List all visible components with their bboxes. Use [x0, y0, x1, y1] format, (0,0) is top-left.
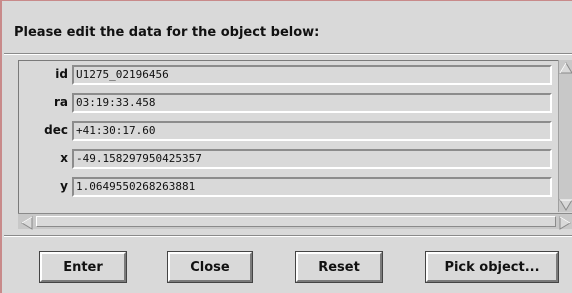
id-field[interactable]: U1275_02196456 [72, 65, 552, 85]
dec-field[interactable]: +41:30:17.60 [72, 121, 552, 141]
vertical-scrollbar[interactable] [558, 60, 572, 212]
field-row-id: id U1275_02196456 [22, 65, 554, 85]
pick-object-button[interactable]: Pick object... [425, 251, 559, 283]
ra-field[interactable]: 03:19:33.458 [72, 93, 552, 113]
heading-separator [4, 53, 572, 55]
field-row-x: x -49.158297950425357 [22, 149, 554, 169]
reset-button[interactable]: Reset [295, 251, 383, 283]
x-field[interactable]: -49.158297950425357 [72, 149, 552, 169]
button-separator [4, 235, 572, 237]
triangle-up-icon[interactable] [559, 60, 572, 74]
field-row-ra: ra 03:19:33.458 [22, 93, 554, 113]
y-field[interactable]: 1.0649550268263881 [72, 177, 552, 197]
triangle-right-icon[interactable] [558, 215, 572, 230]
field-label-dec: dec [44, 123, 68, 137]
enter-button[interactable]: Enter [39, 251, 127, 283]
field-row-y: y 1.0649550268263881 [22, 177, 554, 197]
dialog-heading: Please edit the data for the object belo… [14, 25, 320, 40]
horizontal-scrollbar[interactable] [18, 213, 572, 230]
field-row-dec: dec +41:30:17.60 [22, 121, 554, 141]
triangle-left-icon[interactable] [20, 215, 34, 230]
field-label-id: id [55, 67, 68, 81]
field-label-ra: ra [53, 95, 68, 109]
field-label-y: y [60, 179, 68, 193]
field-label-x: x [60, 151, 68, 165]
edit-object-dialog: Please edit the data for the object belo… [0, 0, 572, 293]
triangle-down-icon[interactable] [559, 197, 572, 211]
close-button[interactable]: Close [167, 251, 253, 283]
horizontal-scroll-thumb[interactable] [36, 216, 556, 227]
